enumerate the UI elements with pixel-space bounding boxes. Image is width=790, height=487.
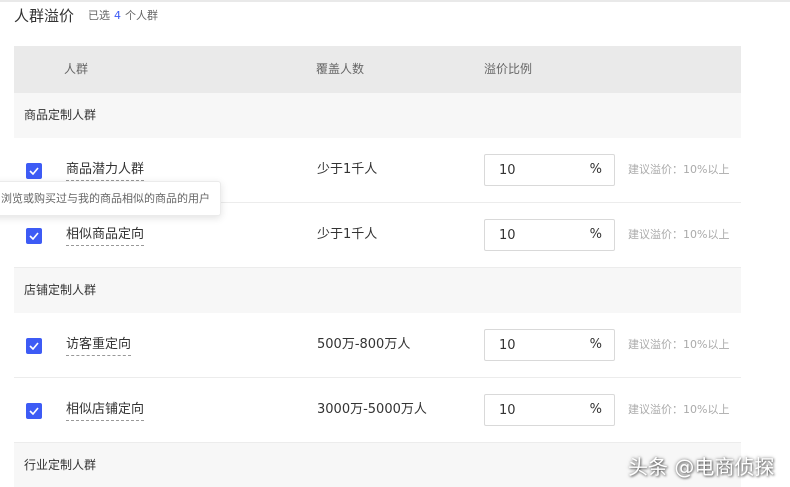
checkmark-icon	[29, 342, 39, 350]
percent-unit: %	[589, 227, 602, 242]
suggested-premium: 建议溢价：10%以上	[628, 403, 730, 416]
checkmark-icon	[29, 167, 39, 175]
crowd-name[interactable]: 商品潜力人群	[66, 160, 145, 181]
page-title: 人群溢价	[14, 6, 75, 25]
group-title: 商品定制人群	[24, 108, 97, 122]
table-row: 访客重定向 500万-800万人 % 建议溢价：10%以上	[14, 313, 741, 378]
premium-rate-field: %	[484, 154, 615, 186]
percent-unit: %	[589, 402, 602, 417]
column-header-coverage: 覆盖人数	[316, 62, 365, 76]
premium-rate-input[interactable]	[485, 155, 581, 185]
premium-rate-field: %	[484, 329, 615, 361]
row-checkbox[interactable]	[26, 403, 42, 419]
row-checkbox[interactable]	[26, 228, 42, 244]
column-header-premium: 溢价比例	[484, 62, 533, 76]
crowd-name[interactable]: 相似商品定向	[66, 225, 145, 246]
premium-rate-field: %	[484, 394, 615, 426]
suggested-premium: 建议溢价：10%以上	[628, 228, 730, 241]
page-header: 人群溢价 已选 4 个人群	[14, 3, 158, 27]
group-title: 店铺定制人群	[24, 283, 97, 297]
coverage-count: 3000万-5000万人	[317, 402, 427, 417]
group-title: 行业定制人群	[24, 458, 97, 472]
premium-rate-input[interactable]	[485, 330, 581, 360]
coverage-count: 少于1千人	[317, 227, 378, 242]
premium-rate-input[interactable]	[485, 220, 581, 250]
selected-prefix: 已选	[88, 9, 111, 22]
column-header-crowd: 人群	[64, 62, 89, 76]
selected-count: 4	[114, 8, 122, 22]
coverage-count: 500万-800万人	[317, 337, 411, 352]
checkmark-icon	[29, 407, 39, 415]
crowd-table: 人群 覆盖人数 溢价比例 商品定制人群 商品潜力人群 少于1千人 % 建议溢价：…	[14, 46, 741, 487]
checkmark-icon	[29, 232, 39, 240]
coverage-count: 少于1千人	[317, 162, 378, 177]
suggested-premium: 建议溢价：10%以上	[628, 338, 730, 351]
premium-rate-field: %	[484, 219, 615, 251]
crowd-name[interactable]: 访客重定向	[66, 335, 132, 356]
percent-unit: %	[589, 162, 602, 177]
selected-summary: 已选 4 个人群	[88, 7, 158, 23]
top-border	[0, 0, 790, 2]
crowd-description-tooltip: 浏览或购买过与我的商品相似的商品的用户	[0, 181, 221, 216]
selected-suffix: 个人群	[125, 9, 159, 22]
crowd-name[interactable]: 相似店铺定向	[66, 400, 145, 421]
group-row-product: 商品定制人群	[14, 93, 741, 138]
watermark: 头条 @电商侦探	[628, 455, 775, 479]
table-row: 相似店铺定向 3000万-5000万人 % 建议溢价：10%以上	[14, 378, 741, 443]
premium-rate-input[interactable]	[485, 395, 581, 425]
row-checkbox[interactable]	[26, 338, 42, 354]
suggested-premium: 建议溢价：10%以上	[628, 163, 730, 176]
table-header: 人群 覆盖人数 溢价比例	[14, 46, 741, 93]
group-row-shop: 店铺定制人群	[14, 268, 741, 313]
percent-unit: %	[589, 337, 602, 352]
row-checkbox[interactable]	[26, 163, 42, 179]
